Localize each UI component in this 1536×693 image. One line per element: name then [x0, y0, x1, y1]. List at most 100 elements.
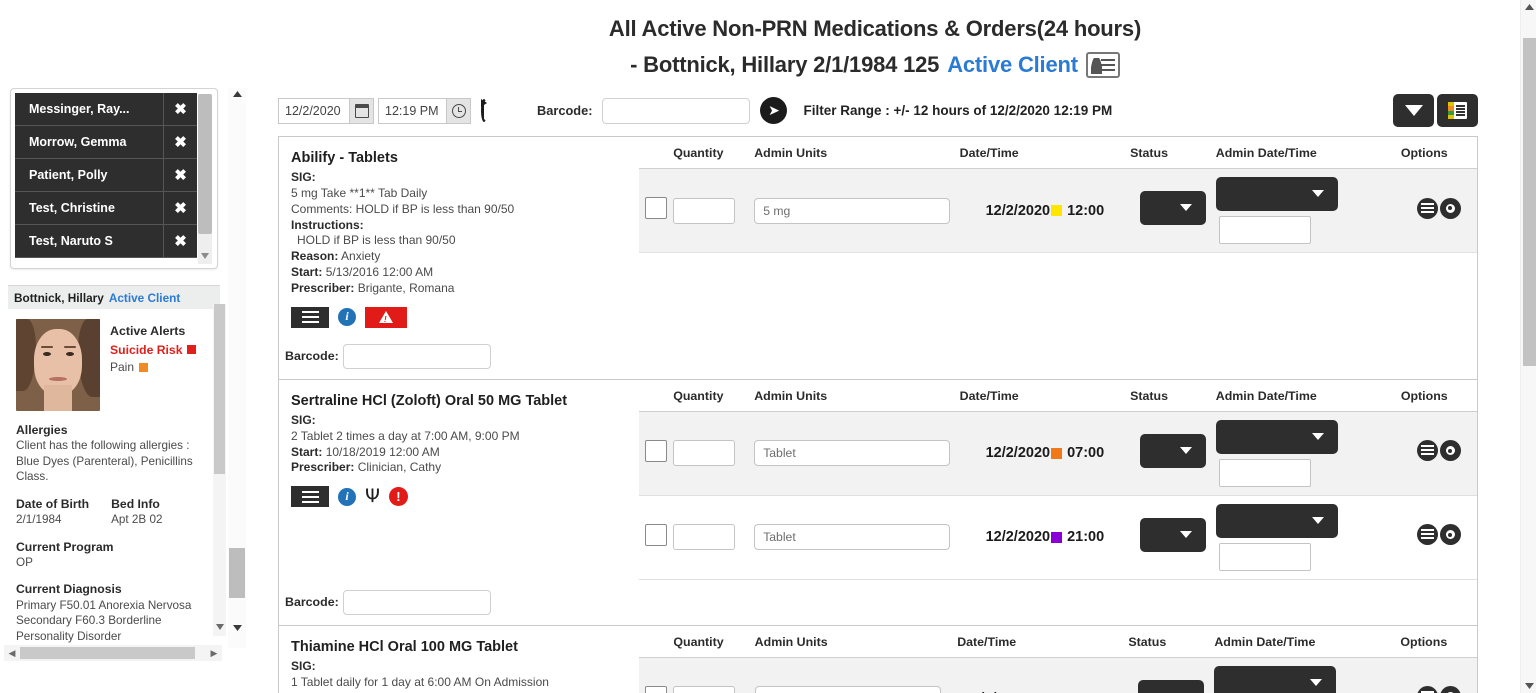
admin-datetime-input[interactable] — [1219, 459, 1311, 487]
column-status: Status — [1130, 137, 1216, 169]
medication-icon-row: i Ψ ! — [291, 486, 629, 507]
date-input[interactable]: 12/2/2020 — [278, 98, 350, 124]
view-eye-icon[interactable] — [1440, 440, 1461, 461]
client-stack-scrollbar[interactable] — [198, 94, 212, 264]
close-icon[interactable]: ✖ — [163, 192, 197, 225]
scrollbar-thumb[interactable] — [198, 94, 212, 234]
row-checkbox[interactable] — [645, 440, 667, 462]
id-card-icon[interactable] — [1086, 52, 1120, 78]
row-checkbox[interactable] — [645, 197, 667, 219]
medication-name: Abilify - Tablets — [291, 149, 629, 168]
arrow-right-icon[interactable]: ➤ — [760, 97, 787, 124]
close-icon[interactable]: ✖ — [163, 126, 197, 159]
scrollbar-thumb[interactable] — [1523, 38, 1536, 366]
view-eye-icon[interactable] — [1440, 524, 1461, 545]
status-badge — [139, 363, 148, 372]
date-picker-group[interactable]: 12/2/2020 — [278, 98, 374, 124]
client-stack-item[interactable]: Messinger, Ray... ✖ — [15, 93, 197, 126]
legend-button[interactable] — [1437, 94, 1478, 127]
refresh-button[interactable] — [481, 102, 487, 120]
status-select[interactable] — [1140, 434, 1206, 468]
details-list-icon[interactable] — [1417, 524, 1438, 545]
view-eye-icon[interactable] — [1440, 198, 1461, 219]
start-value: 10/18/2019 12:00 AM — [326, 445, 440, 459]
admin-datetime-select[interactable] — [1216, 177, 1338, 211]
content-vertical-scrollbar[interactable] — [228, 88, 246, 648]
admin-datetime-input[interactable] — [1219, 216, 1311, 244]
barcode-input[interactable] — [602, 98, 750, 124]
sidebar-horizontal-scrollbar[interactable]: ◀ ▶ — [4, 645, 222, 661]
scroll-down-icon[interactable] — [228, 623, 246, 633]
admin-units-input[interactable]: Tablet — [754, 524, 950, 550]
admin-datetime-select[interactable] — [1216, 504, 1338, 538]
details-list-icon[interactable] — [1417, 440, 1438, 461]
time-picker-group[interactable]: 12:19 PM — [378, 98, 471, 124]
funnel-icon — [1405, 105, 1423, 116]
barcode-input[interactable] — [343, 590, 491, 615]
current-diagnosis-title: Current Diagnosis — [16, 581, 212, 597]
quantity-input[interactable] — [673, 524, 735, 550]
client-stack-item[interactable]: Morrow, Gemma ✖ — [15, 126, 197, 159]
client-stack-item[interactable]: Test, Naruto S ✖ — [15, 225, 197, 258]
admin-units-input[interactable]: Tablet — [755, 686, 941, 693]
table-row: 5 mg 12/2/2020 12:00 — [639, 169, 1477, 253]
client-banner-status[interactable]: Active Client — [109, 291, 180, 305]
page-vertical-scrollbar[interactable] — [1520, 0, 1536, 693]
client-status-link[interactable]: Active Client — [947, 52, 1078, 78]
client-stack-item[interactable]: Patient, Polly ✖ — [15, 159, 197, 192]
scrollbar-thumb[interactable] — [229, 548, 245, 598]
admin-units-input[interactable]: 5 mg — [754, 198, 950, 224]
time-input[interactable]: 12:19 PM — [378, 98, 447, 124]
close-icon[interactable]: ✖ — [163, 159, 197, 192]
calendar-icon[interactable] — [350, 98, 374, 124]
bed-info-title: Bed Info — [111, 496, 162, 512]
table-row: Tablet 12/2/2020 21:00 — [639, 495, 1477, 579]
menu-icon[interactable] — [291, 307, 329, 328]
sig-label: SIG: — [291, 413, 629, 429]
admin-datetime-select[interactable] — [1216, 420, 1338, 454]
reason-label: Reason: — [291, 249, 338, 263]
quantity-input[interactable] — [673, 686, 735, 693]
dob-title: Date of Birth — [16, 496, 89, 512]
medication-list: Abilify - Tablets SIG: 5 mg Take **1** T… — [278, 136, 1478, 693]
psi-icon[interactable]: Ψ — [365, 487, 380, 506]
barcode-input[interactable] — [343, 344, 491, 369]
column-quantity: Quantity — [673, 380, 754, 412]
scroll-down-icon[interactable] — [198, 248, 212, 264]
quantity-input[interactable] — [673, 198, 735, 224]
row-checkbox[interactable] — [645, 524, 667, 546]
view-eye-icon[interactable] — [1440, 686, 1461, 693]
scroll-down-icon[interactable] — [213, 620, 226, 634]
admin-units-input[interactable]: Tablet — [754, 440, 950, 466]
scroll-left-icon[interactable]: ◀ — [4, 648, 20, 659]
scroll-right-icon[interactable]: ▶ — [206, 648, 222, 659]
scroll-down-icon[interactable] — [1521, 681, 1536, 691]
details-list-icon[interactable] — [1417, 198, 1438, 219]
scroll-up-icon[interactable] — [1521, 2, 1536, 12]
status-select[interactable] — [1138, 680, 1204, 693]
filter-button[interactable] — [1393, 94, 1434, 127]
scroll-up-icon[interactable] — [228, 89, 246, 99]
info-icon[interactable]: i — [338, 308, 356, 326]
admin-datetime-input[interactable] — [1219, 543, 1311, 571]
row-date: 12/2/2020 — [986, 445, 1051, 461]
client-stack-item[interactable]: Test, Christine ✖ — [15, 192, 197, 225]
status-select[interactable] — [1140, 518, 1206, 552]
scrollbar-thumb[interactable] — [214, 304, 225, 474]
column-date-time: Date/Time — [960, 137, 1130, 169]
details-list-icon[interactable] — [1417, 686, 1438, 693]
sidebar-vertical-scrollbar[interactable] — [213, 304, 226, 636]
close-icon[interactable]: ✖ — [163, 93, 197, 126]
info-icon[interactable]: i — [338, 488, 356, 506]
clock-icon[interactable] — [447, 98, 471, 124]
scrollbar-thumb[interactable] — [20, 647, 195, 659]
column-date-time: Date/Time — [960, 380, 1130, 412]
close-icon[interactable]: ✖ — [163, 225, 197, 258]
warning-icon[interactable] — [365, 307, 407, 328]
menu-icon[interactable] — [291, 486, 329, 507]
stop-icon[interactable]: ! — [389, 487, 408, 506]
status-select[interactable] — [1140, 191, 1206, 225]
row-checkbox[interactable] — [645, 686, 667, 693]
admin-datetime-select[interactable] — [1214, 666, 1336, 693]
quantity-input[interactable] — [673, 440, 735, 466]
